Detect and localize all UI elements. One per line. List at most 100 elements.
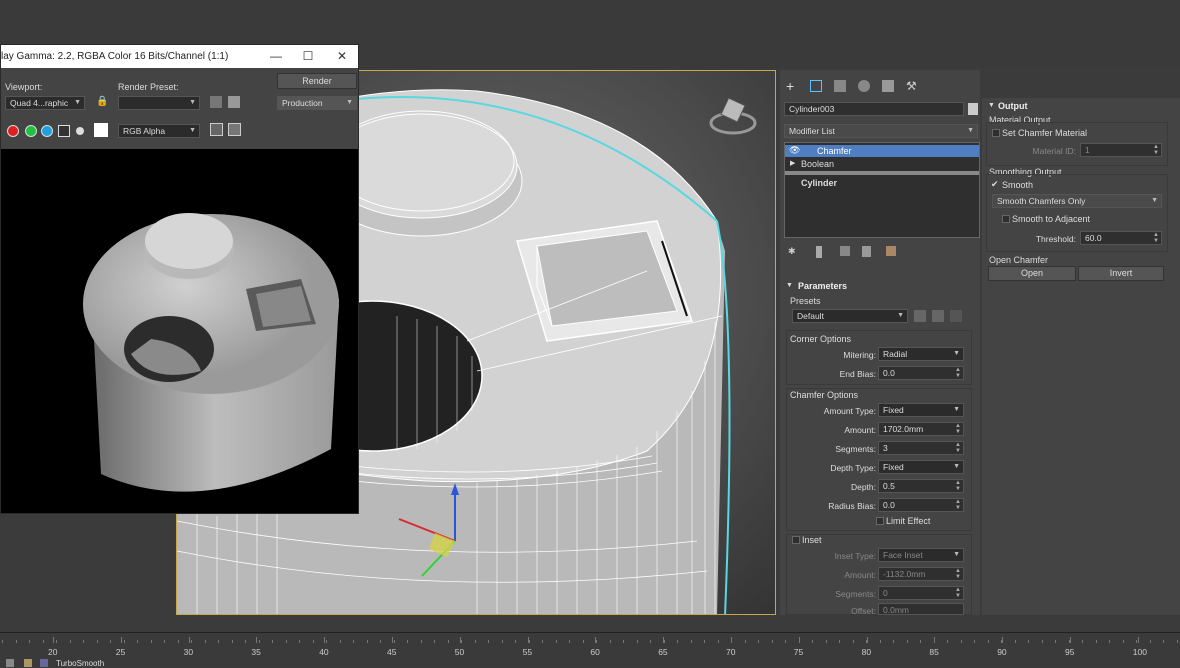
timeline-track[interactable]: 20 25 30 35 40 45 50 55 60 65 70 75 80 85 90 95 100 Turb… <box>0 632 1180 668</box>
set-chamfer-material-checkbox[interactable] <box>992 129 1000 137</box>
timeline-minor-tick <box>420 640 422 643</box>
timeline-minor-tick <box>879 640 881 643</box>
checkmark-icon[interactable]: ✔ <box>991 179 999 190</box>
amount-type-label: Amount Type: <box>823 406 876 416</box>
inset-amount-spinner[interactable]: -1132.0mm ▲ ▼ <box>878 567 964 581</box>
mono-icon[interactable] <box>76 127 84 135</box>
timeline-minor-tick <box>461 640 462 643</box>
segments-spinner[interactable]: 3 ▲ ▼ <box>878 441 964 455</box>
display-tab-icon[interactable] <box>882 80 894 92</box>
amount-type-dropdown[interactable]: Fixed ▼ <box>878 403 964 417</box>
inset-segments-label: Segments: <box>835 589 876 599</box>
lock-icon[interactable]: 🔒 <box>96 96 108 108</box>
hierarchy-tab-icon[interactable] <box>834 80 846 92</box>
timeline-minor-tick <box>839 640 840 643</box>
utilities-tab-icon[interactable]: ⚒ <box>906 80 918 92</box>
remove-modifier-icon[interactable] <box>862 246 871 257</box>
timeline-minor-tick <box>1068 640 1070 643</box>
make-unique-icon[interactable] <box>840 246 850 256</box>
expand-icon[interactable]: ▶ <box>790 159 795 167</box>
delete-preset-icon[interactable] <box>950 310 962 322</box>
environment-icon[interactable] <box>228 96 240 108</box>
rollout-collapse-icon[interactable]: ▼ <box>786 282 793 289</box>
render-setup-icon[interactable] <box>210 96 222 108</box>
stack-item-boolean[interactable]: ▶ Boolean <box>785 158 979 170</box>
minimize-icon[interactable]: — <box>259 45 293 68</box>
viewcube-icon[interactable] <box>709 97 757 135</box>
timeline-minor-tick <box>825 640 827 643</box>
mitering-dropdown[interactable]: Radial ▼ <box>878 347 964 361</box>
display-icon[interactable] <box>210 123 223 136</box>
channel-dropdown[interactable]: RGB Alpha ▼ <box>118 124 200 138</box>
blue-channel-icon[interactable] <box>41 125 53 137</box>
load-preset-icon[interactable] <box>914 310 926 322</box>
amount-spinner[interactable]: 1702.0mm ▲ ▼ <box>878 422 964 436</box>
production-dropdown[interactable]: Production ▼ <box>277 96 357 110</box>
presets-dropdown[interactable]: Default ▼ <box>792 309 908 323</box>
render-preset-dropdown[interactable]: ▼ <box>118 96 200 110</box>
timeline-minor-tick <box>906 640 908 643</box>
inset-label: Inset <box>802 535 822 545</box>
smooth-to-adjacent-checkbox[interactable] <box>1002 215 1010 223</box>
offset-spinner[interactable]: 0.0mm <box>878 603 964 615</box>
modifier-list-dropdown[interactable]: Modifier List ▼ <box>784 124 978 138</box>
inset-checkbox[interactable] <box>792 536 800 544</box>
timeline-minor-tick <box>96 640 98 643</box>
presets-label: Presets <box>790 296 821 306</box>
end-bias-spinner[interactable]: 0.0 ▲ ▼ <box>878 366 964 380</box>
timeline-minor-tick <box>677 640 678 643</box>
output-title[interactable]: Output <box>998 101 1028 111</box>
color-swatch[interactable] <box>94 123 108 137</box>
maximize-icon[interactable]: ☐ <box>291 45 325 68</box>
rendered-frame-window[interactable]: lay Gamma: 2.2, RGBA Color 16 Bits/Chann… <box>0 44 359 514</box>
material-id-spinner[interactable]: 1 ▲ ▼ <box>1080 143 1162 157</box>
red-channel-icon[interactable] <box>7 125 19 137</box>
rollout-collapse-icon[interactable]: ▼ <box>988 102 995 109</box>
spinner-arrows-icon[interactable]: ▲ ▼ <box>1153 144 1159 156</box>
spinner-arrows-icon[interactable]: ▲ ▼ <box>955 587 961 599</box>
create-tab-icon[interactable]: + <box>786 79 800 94</box>
spinner-arrows-icon[interactable]: ▲ ▼ <box>955 568 961 580</box>
spinner-arrows-icon[interactable]: ▲ ▼ <box>955 442 961 454</box>
open-button[interactable]: Open <box>988 266 1076 281</box>
render-button[interactable]: Render <box>277 73 357 89</box>
show-end-result-icon[interactable] <box>816 246 822 258</box>
window-title-bar[interactable]: lay Gamma: 2.2, RGBA Color 16 Bits/Chann… <box>1 45 358 68</box>
pin-stack-icon[interactable]: ✱ <box>788 246 798 256</box>
invert-button[interactable]: Invert <box>1078 266 1164 281</box>
save-preset-icon[interactable] <box>932 310 944 322</box>
radius-bias-spinner[interactable]: 0.0 ▲ ▼ <box>878 498 964 512</box>
object-color-swatch[interactable] <box>968 103 978 115</box>
overlay-icon[interactable] <box>228 123 241 136</box>
spinner-arrows-icon[interactable]: ▲ ▼ <box>1153 232 1159 244</box>
spinner-arrows-icon[interactable]: ▲ ▼ <box>955 480 961 492</box>
timeline-minor-tick <box>272 640 273 643</box>
spinner-arrows-icon[interactable]: ▲ ▼ <box>955 499 961 511</box>
stack-item-chamfer[interactable]: 👁 Chamfer <box>785 145 979 157</box>
close-icon[interactable]: ✕ <box>325 45 359 68</box>
timeline-minor-tick <box>1001 640 1002 643</box>
smooth-label: Smooth <box>1002 180 1034 190</box>
inset-segments-spinner[interactable]: 0 ▲ ▼ <box>878 586 964 600</box>
chevron-down-icon: ▼ <box>1151 197 1158 204</box>
limit-effect-checkbox[interactable] <box>876 517 884 525</box>
spinner-arrows-icon[interactable]: ▲ ▼ <box>955 423 961 435</box>
object-name-field[interactable]: Cylinder003 <box>784 102 964 116</box>
depth-type-dropdown[interactable]: Fixed ▼ <box>878 460 964 474</box>
threshold-spinner[interactable]: 60.0 ▲ ▼ <box>1080 231 1162 245</box>
alpha-channel-icon[interactable] <box>58 125 70 137</box>
viewport-dropdown[interactable]: Quad 4...raphic ▼ <box>5 96 85 110</box>
modify-tab-icon[interactable] <box>810 80 822 92</box>
spinner-arrows-icon[interactable]: ▲ ▼ <box>955 367 961 379</box>
timeline-minor-tick <box>555 640 557 643</box>
depth-spinner[interactable]: 0.5 ▲ ▼ <box>878 479 964 493</box>
smooth-mode-dropdown[interactable]: Smooth Chamfers Only ▼ <box>992 194 1162 208</box>
configure-sets-icon[interactable] <box>886 246 896 256</box>
parameters-title[interactable]: Parameters <box>798 281 847 291</box>
inset-type-dropdown[interactable]: Face Inset ▼ <box>878 548 964 562</box>
green-channel-icon[interactable] <box>25 125 37 137</box>
motion-tab-icon[interactable] <box>858 80 870 92</box>
timeline-tick-label: 85 <box>929 647 939 657</box>
eye-icon[interactable]: 👁 <box>789 145 800 156</box>
stack-item-cylinder[interactable]: Cylinder <box>785 177 979 189</box>
